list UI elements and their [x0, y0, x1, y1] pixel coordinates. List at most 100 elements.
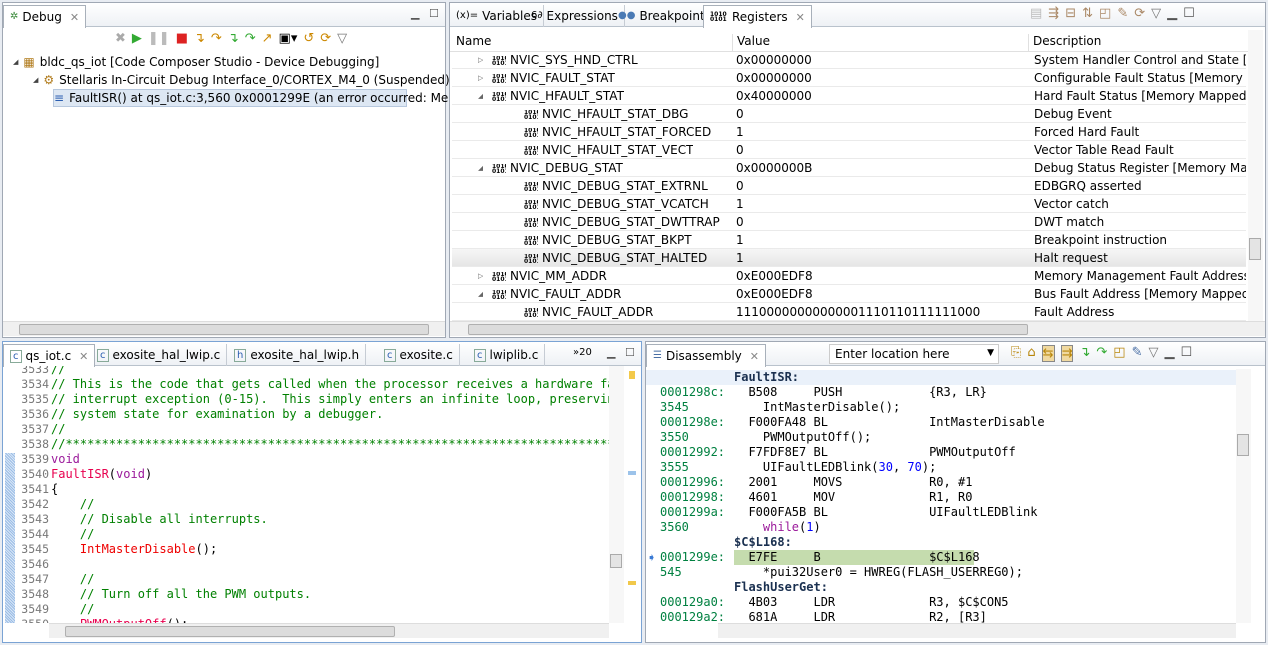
minimize-icon[interactable]: ▁ [411, 7, 419, 20]
register-value[interactable]: 0x40000000 [736, 89, 1026, 103]
register-row[interactable]: 10100101 NVIC_DEBUG_STAT_VCATCH 1 Vector ca… [452, 195, 1246, 213]
expanded-arrow-icon[interactable]: ◢ [478, 290, 483, 298]
more-tabs-indicator[interactable]: »20 [573, 347, 592, 358]
asm-step-into-icon[interactable]: ↴ [1079, 345, 1090, 362]
register-value[interactable]: 0xE000EDF8 [736, 269, 1026, 283]
step-over-icon[interactable]: ↷ [211, 31, 222, 46]
column-description[interactable]: Description [1028, 34, 1101, 52]
register-value[interactable]: 1 [736, 251, 1026, 265]
expanded-arrow-icon[interactable]: ◢ [478, 92, 483, 100]
view-menu-icon[interactable]: ▽ [1151, 6, 1161, 21]
refresh-icon[interactable]: ⟳ [320, 31, 331, 46]
register-row[interactable]: ▷ 10100101 NVIC_FAULT_STAT 0x00000000 Config… [452, 69, 1246, 87]
register-row[interactable]: 10100101 NVIC_DEBUG_STAT_BKPT 1 Breakpoint … [452, 231, 1246, 249]
collapsed-arrow-icon[interactable]: ▷ [478, 272, 483, 280]
register-row[interactable]: 10100101 NVIC_HFAULT_STAT_FORCED 1 Forced H… [452, 123, 1246, 141]
register-row[interactable]: 10100101 NVIC_DEBUG_STAT_DWTTRAP 0 DWT matc… [452, 213, 1246, 231]
collapse-all-icon[interactable]: ⊟ [1065, 6, 1076, 21]
register-value[interactable]: 1 [736, 125, 1026, 139]
register-row[interactable]: 10100101 NVIC_DEBUG_STAT_EXTRNL 0 EDBGRQ as… [452, 177, 1246, 195]
register-value[interactable]: 1 [736, 233, 1026, 247]
editor-tab[interactable]: c exosite_hal_lwip.c [91, 344, 228, 366]
pin-icon[interactable]: ✎ [1132, 345, 1143, 362]
scroll-thumb[interactable] [468, 324, 1028, 335]
terminate-icon[interactable]: ■ [176, 31, 188, 46]
expand-toggle-icon[interactable]: ◢ [33, 76, 38, 84]
scroll-thumb[interactable] [19, 324, 429, 335]
collapsed-arrow-icon[interactable]: ▷ [478, 74, 483, 82]
suspend-icon[interactable]: ❚❚ [148, 31, 170, 46]
debug-tree-item[interactable]: ◢ ⚙ Stellaris In-Circuit Debug Interface_0… [33, 71, 450, 89]
column-value[interactable]: Value [732, 34, 770, 52]
view-menu-icon[interactable]: ▽ [337, 31, 347, 46]
register-value[interactable]: 0 [736, 107, 1026, 121]
registers-vscrollbar[interactable] [1248, 30, 1263, 321]
register-value[interactable]: 0x00000000 [736, 53, 1026, 67]
register-row[interactable]: ▷ 10100101 NVIC_SYS_HND_CTRL 0x00000000 Syst… [452, 51, 1246, 69]
new-view-icon[interactable]: ◰ [1099, 6, 1111, 21]
register-value[interactable]: 1 [736, 197, 1026, 211]
expand-toggle-icon[interactable]: ◢ [13, 58, 18, 66]
maximize-icon[interactable]: ☐ [1181, 345, 1193, 362]
refresh-icon[interactable]: ⟳ [1134, 6, 1145, 21]
new-view-icon[interactable]: ◰ [1113, 345, 1125, 362]
register-row[interactable]: ▷ 10100101 NVIC_MM_ADDR 0xE000EDF8 Memory Ma… [452, 267, 1246, 285]
go-to-pc-icon[interactable]: ⎘ [1011, 345, 1021, 362]
register-row[interactable]: 10100101 NVIC_DEBUG_STAT_HALTED 1 Halt requ… [452, 249, 1246, 267]
target-chip-icon[interactable]: ▣▾ [279, 31, 298, 46]
location-combo[interactable]: Enter location here ▼ [829, 344, 999, 364]
register-row[interactable]: 10100101 NVIC_HFAULT_STAT_VECT 0 Vector Tab… [452, 141, 1246, 159]
location-input[interactable]: Enter location here [835, 347, 950, 361]
scroll-thumb[interactable] [1237, 434, 1249, 456]
register-value[interactable]: 0 [736, 179, 1026, 193]
step-return-icon[interactable]: ↗ [262, 31, 273, 46]
tab-disassembly[interactable]: ☰ Disassembly ✕ [646, 344, 766, 367]
register-value[interactable]: 0 [736, 215, 1026, 229]
editor-tab[interactable]: c exosite.c [378, 344, 460, 366]
scroll-thumb[interactable] [65, 626, 395, 637]
add-group-icon[interactable]: ⇶ [1048, 6, 1059, 21]
register-row[interactable]: 10100101 NVIC_HFAULT_STAT_DBG 0 Debug Event [452, 105, 1246, 123]
editor-hscrollbar[interactable] [49, 623, 609, 638]
dropdown-arrow-icon[interactable]: ▼ [987, 348, 994, 358]
register-row[interactable]: ◢ 10100101 NVIC_FAULT_ADDR 0xE000EDF8 Bus Fa… [452, 285, 1246, 303]
tab-debug[interactable]: ✲ Debug ✕ [3, 5, 87, 28]
register-value[interactable]: 11100000000000001110110111111000 [736, 305, 1026, 319]
disassembly-area[interactable]: FaultISR: 0001298c: B508 PUSH {R3, LR} 354… [646, 369, 1238, 623]
group-icon[interactable]: ▤ [1030, 6, 1042, 21]
home-icon[interactable]: ⌂ [1027, 345, 1035, 362]
expanded-arrow-icon[interactable]: ◢ [478, 164, 483, 172]
register-value[interactable]: 0x0000000B [736, 161, 1026, 175]
format-icon[interactable]: ⇅ [1082, 6, 1093, 21]
editor-tab[interactable]: c qs_iot.c ✕ [3, 344, 96, 367]
minimize-icon[interactable]: ▁ [607, 346, 615, 359]
pin-icon[interactable]: ✎ [1117, 6, 1128, 21]
link-with-editor-icon[interactable]: ⇆ [1041, 345, 1055, 362]
minimize-icon[interactable]: ▁ [1167, 6, 1177, 21]
asm-step-over-icon[interactable]: ↷ [1096, 345, 1107, 362]
debug-tree-item[interactable]: ◢ ▦ bldc_qs_iot [Code Composer Studio - De… [13, 53, 379, 71]
column-name[interactable]: Name [452, 34, 491, 52]
view-menu-icon[interactable]: ▽ [1149, 345, 1159, 362]
asm-step-over-icon[interactable]: ↷ [245, 31, 256, 46]
register-row[interactable]: 10100101 NVIC_FAULT_ADDR 11100000000000001… [452, 303, 1246, 321]
restart-icon[interactable]: ↺ [303, 31, 314, 46]
occurrence-marker[interactable] [628, 471, 636, 475]
asm-step-into-icon[interactable]: ↴ [228, 31, 239, 46]
resume-icon[interactable]: ▶ [132, 31, 142, 46]
registers-hscrollbar[interactable] [450, 321, 1265, 336]
debug-tree-item[interactable]: ≡ FaultISR() at qs_iot.c:3,560 0x0001299E… [53, 89, 488, 107]
disassembly-vscrollbar[interactable] [1236, 369, 1251, 623]
maximize-icon[interactable]: ☐ [1183, 6, 1195, 21]
close-icon[interactable]: ✕ [70, 11, 79, 24]
editor-tab[interactable]: h exosite_hal_lwip.h [228, 344, 367, 366]
register-value[interactable]: 0xE000EDF8 [736, 287, 1026, 301]
close-icon[interactable]: ✕ [796, 11, 805, 24]
editor-vscrollbar[interactable] [609, 366, 624, 623]
disassembly-hscrollbar[interactable] [718, 623, 1236, 638]
show-source-icon[interactable]: ⇉ [1060, 345, 1074, 362]
close-icon[interactable]: ✕ [750, 350, 759, 363]
step-into-icon[interactable]: ↴ [194, 31, 205, 46]
register-value[interactable]: 0x00000000 [736, 71, 1026, 85]
tab-registers[interactable]: 1010 0101 Registers ✕ [703, 5, 812, 28]
